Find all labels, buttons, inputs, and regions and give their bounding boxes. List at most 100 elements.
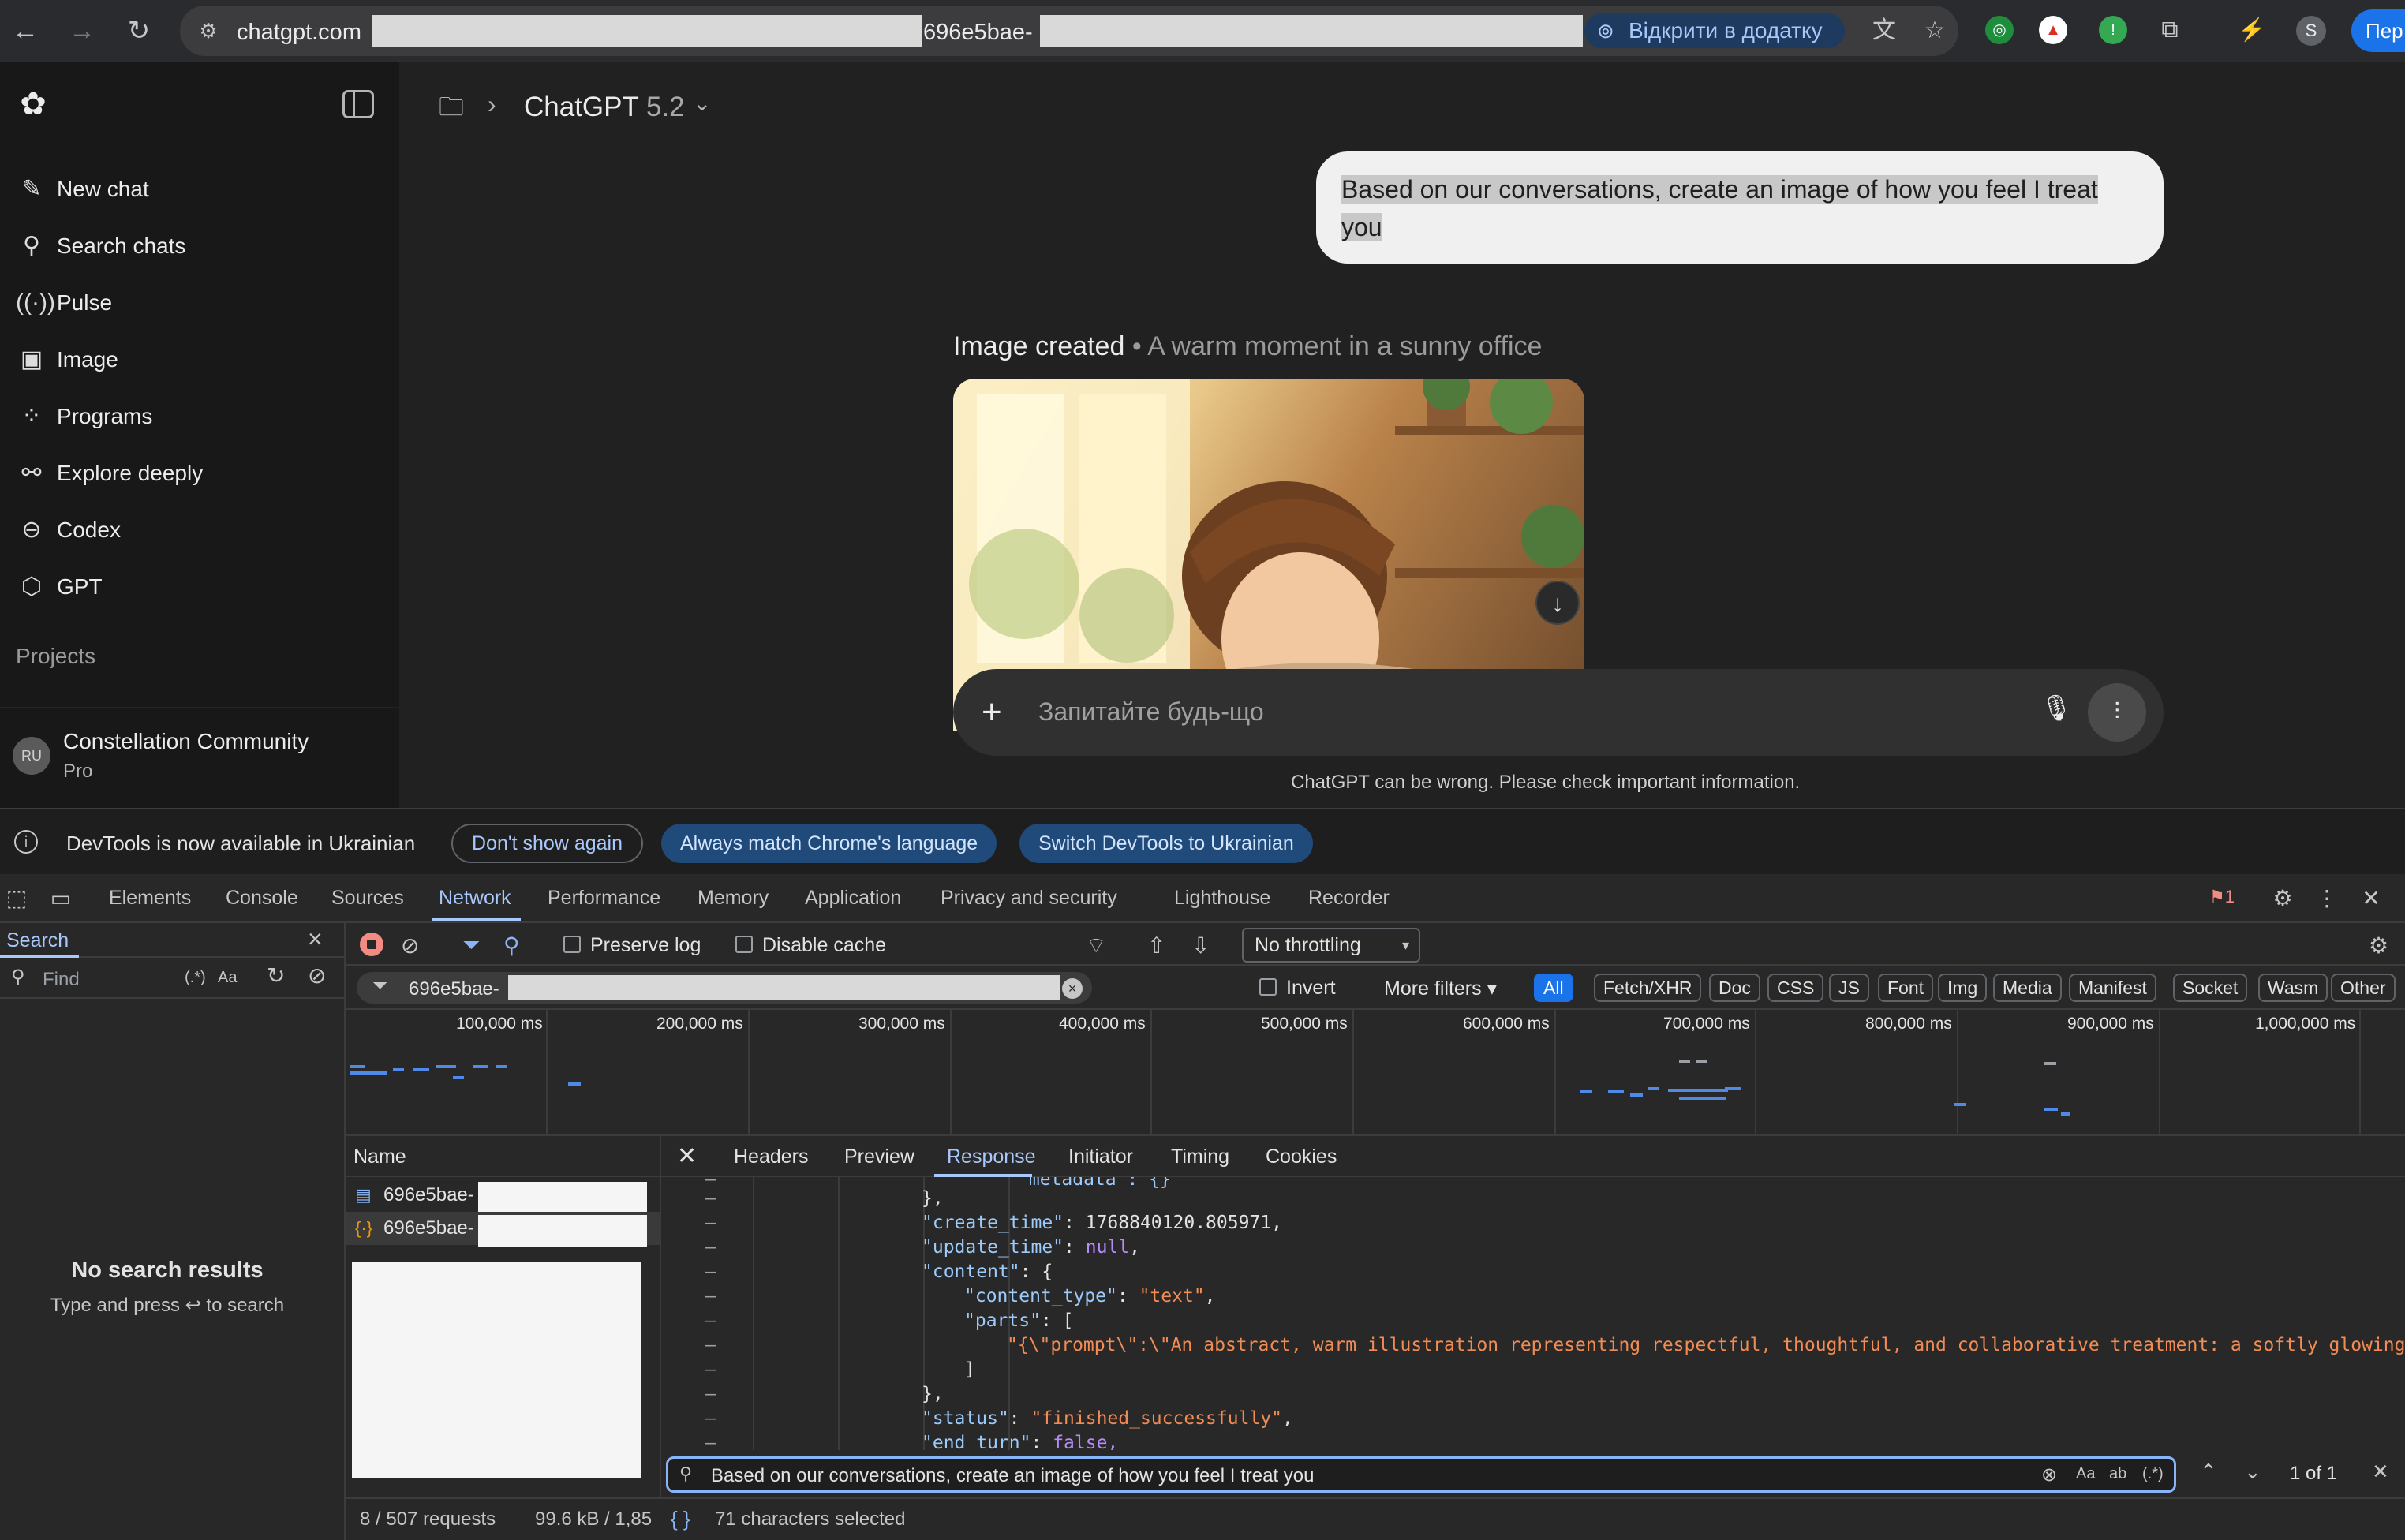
more-options-icon[interactable]: ⋮ — [2313, 885, 2340, 911]
extensions-puzzle-icon[interactable]: ⧉ — [2156, 16, 2184, 44]
folder-icon[interactable]: 🗀 — [439, 93, 472, 120]
tab-console[interactable]: Console — [226, 887, 298, 910]
search-icon[interactable]: ⚲ — [503, 933, 520, 959]
switch-to-ukrainian-button[interactable]: Switch DevTools to Ukrainian — [1019, 824, 1313, 863]
chip-css[interactable]: CSS — [1767, 974, 1824, 1002]
tab-elements[interactable]: Elements — [109, 887, 191, 910]
clear-search-icon[interactable]: ⊘ — [308, 962, 326, 989]
inspect-element-icon[interactable]: ⬚ — [3, 885, 30, 911]
preserve-log-checkbox[interactable] — [563, 936, 581, 953]
sidebar-item-explore-deeply[interactable]: ⚯ Explore deeply — [16, 453, 387, 494]
model-selector[interactable]: ChatGPT 5.2 — [524, 92, 685, 123]
clear-log-icon[interactable]: ⊘ — [401, 933, 419, 959]
translate-button[interactable]: Пер — [2351, 9, 2405, 52]
request-row[interactable]: {·} 696e5bae- — [346, 1212, 661, 1247]
issues-badge[interactable]: ⚑1 — [2209, 887, 2235, 907]
sidebar-item-gpt[interactable]: ⬡ GPT — [16, 566, 387, 607]
chip-manifest[interactable]: Manifest — [2069, 974, 2156, 1002]
extension-icon[interactable]: ! — [2099, 16, 2127, 44]
tab-cookies[interactable]: Cookies — [1266, 1146, 1337, 1168]
bookmark-star-icon[interactable]: ☆ — [1919, 17, 1951, 45]
translate-icon[interactable]: 文 — [1868, 17, 1900, 45]
export-har-icon[interactable]: ⇩ — [1191, 933, 1210, 959]
clear-find-icon[interactable]: ⊗ — [2041, 1463, 2057, 1486]
settings-gear-icon[interactable]: ⚙ — [2269, 885, 2296, 911]
composer-input[interactable]: Запитайте будь-що — [1038, 697, 1264, 727]
next-match-icon[interactable]: ⌄ — [2244, 1460, 2261, 1484]
sidebar-item-new-chat[interactable]: ✎ New chat — [16, 169, 387, 210]
sidebar-toggle-icon[interactable] — [342, 90, 374, 118]
pretty-print-icon[interactable]: { } — [671, 1507, 690, 1531]
chip-doc[interactable]: Doc — [1709, 974, 1760, 1002]
tab-performance[interactable]: Performance — [548, 887, 660, 910]
reload-icon[interactable]: ↻ — [122, 13, 156, 48]
open-in-app-button[interactable]: ⊚ Відкрити в додатку — [1584, 13, 1845, 48]
refresh-icon[interactable]: ↻ — [267, 962, 285, 989]
chip-img[interactable]: Img — [1938, 974, 1988, 1002]
network-conditions-icon[interactable]: ⌔ — [1086, 933, 1106, 960]
performance-icon[interactable]: ⚡ — [2238, 16, 2266, 44]
clear-filter-icon[interactable]: × — [1062, 978, 1083, 999]
chip-media[interactable]: Media — [1993, 974, 2062, 1002]
import-har-icon[interactable]: ⇧ — [1147, 933, 1165, 959]
previous-match-icon[interactable]: ⌃ — [2200, 1460, 2217, 1484]
more-filters-dropdown[interactable]: More filters ▾ — [1384, 977, 1497, 1000]
tab-initiator[interactable]: Initiator — [1068, 1146, 1133, 1168]
regex-toggle[interactable]: (.*) — [185, 969, 206, 987]
microphone-icon[interactable]: 🎙 — [2040, 693, 2073, 723]
plus-icon[interactable]: + — [982, 690, 1002, 735]
tab-response[interactable]: Response — [947, 1146, 1036, 1168]
request-row[interactable]: ▤ 696e5bae- — [346, 1179, 661, 1213]
close-devtools-icon[interactable]: ✕ — [2358, 885, 2384, 911]
search-find-input[interactable]: Find — [43, 969, 80, 991]
chip-font[interactable]: Font — [1878, 974, 1934, 1002]
filter-input[interactable]: ⏷ 696e5bae- × — [357, 972, 1092, 1004]
close-detail-icon[interactable]: ✕ — [677, 1142, 697, 1170]
openai-logo-icon[interactable]: ✿ — [14, 85, 52, 123]
tab-network[interactable]: Network — [439, 887, 511, 910]
avatar[interactable]: RU — [13, 737, 50, 775]
sidebar-item-image[interactable]: ▣ Image — [16, 339, 387, 380]
voice-mode-icon[interactable]: ⫶ — [2088, 683, 2146, 742]
sidebar-item-codex[interactable]: ⊖ Codex — [16, 510, 387, 551]
whole-word-toggle[interactable]: ab — [2109, 1465, 2126, 1483]
chip-fetch-xhr[interactable]: Fetch/XHR — [1594, 974, 1702, 1002]
search-pane-title[interactable]: Search — [6, 929, 69, 952]
address-bar[interactable]: ⚙ chatgpt.com 696e5bae- ⊚ Відкрити в дод… — [180, 6, 1958, 56]
record-stop-icon[interactable] — [360, 933, 383, 956]
match-case-toggle[interactable]: Aa — [2076, 1465, 2095, 1483]
user-name[interactable]: Constellation Community — [63, 729, 309, 754]
find-input[interactable]: ⚲ Based on our conversations, create an … — [666, 1456, 2176, 1493]
tab-recorder[interactable]: Recorder — [1308, 887, 1390, 910]
tab-sources[interactable]: Sources — [331, 887, 404, 910]
extension-icon[interactable]: ◎ — [1985, 16, 2014, 44]
sidebar-item-search-chats[interactable]: ⚲ Search chats — [16, 226, 387, 267]
extension-icon[interactable]: ▲ — [2039, 16, 2067, 44]
chip-js[interactable]: JS — [1829, 974, 1869, 1002]
invert-checkbox[interactable] — [1259, 978, 1277, 996]
close-search-icon[interactable]: × — [308, 925, 323, 954]
case-toggle[interactable]: Aa — [218, 969, 237, 987]
chip-other[interactable]: Other — [2331, 974, 2396, 1002]
filter-funnel-icon[interactable]: ⏷ — [462, 933, 480, 959]
chevron-down-icon[interactable]: ⌄ — [693, 90, 711, 116]
tab-application[interactable]: Application — [805, 887, 901, 910]
always-match-language-button[interactable]: Always match Chrome's language — [661, 824, 997, 863]
network-settings-icon[interactable]: ⚙ — [2369, 933, 2388, 959]
sidebar-item-pulse[interactable]: ((·)) Pulse — [16, 282, 387, 323]
response-viewer[interactable]: – "metadata": {} –}, – "create_time": 1768… — [661, 1177, 2405, 1450]
profile-avatar[interactable]: S — [2296, 16, 2326, 46]
tab-memory[interactable]: Memory — [698, 887, 769, 910]
network-overview[interactable]: 100,000 ms 200,000 ms 300,000 ms 400,000… — [346, 1010, 2405, 1136]
tab-lighthouse[interactable]: Lighthouse — [1174, 887, 1270, 910]
tab-privacy-security[interactable]: Privacy and security — [941, 887, 1117, 910]
composer[interactable]: + Запитайте будь-що 🎙 ⫶ — [953, 669, 2164, 756]
name-column-header[interactable]: Name — [346, 1136, 661, 1177]
tab-headers[interactable]: Headers — [734, 1146, 809, 1168]
throttling-select[interactable]: No throttling ▾ — [1242, 928, 1420, 962]
regex-toggle[interactable]: (.*) — [2142, 1465, 2164, 1483]
site-info-icon[interactable]: ⚙ — [194, 17, 223, 45]
device-toolbar-icon[interactable]: ▭ — [47, 885, 74, 911]
close-find-icon[interactable]: ✕ — [2372, 1460, 2389, 1484]
chip-wasm[interactable]: Wasm — [2258, 974, 2328, 1002]
